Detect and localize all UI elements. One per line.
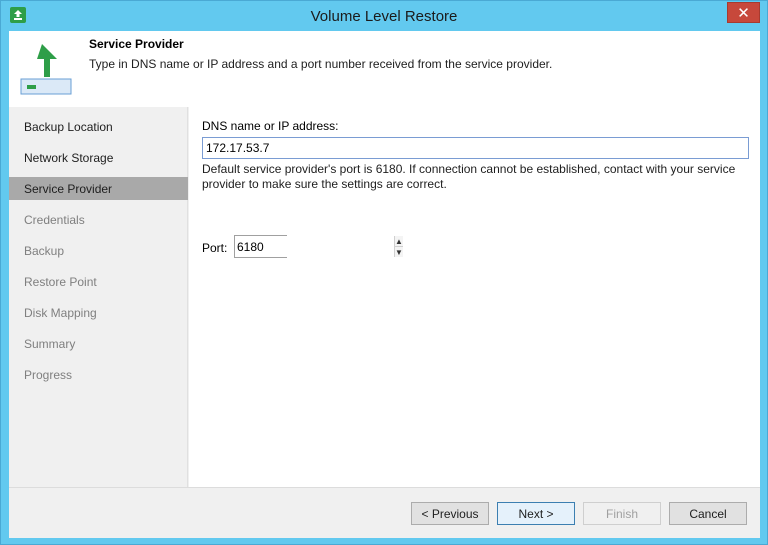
window-title: Volume Level Restore bbox=[310, 7, 458, 25]
step-summary: Summary bbox=[24, 336, 76, 351]
chevron-down-icon[interactable]: ▼ bbox=[395, 247, 403, 257]
step-progress: Progress bbox=[24, 367, 73, 382]
chevron-up-icon[interactable]: ▲ bbox=[395, 236, 403, 247]
dns-input[interactable] bbox=[202, 137, 749, 159]
step-form: DNS name or IP address: Default service … bbox=[189, 107, 760, 487]
port-stepper[interactable]: ▲ ▼ bbox=[234, 235, 403, 258]
port-label: Port: bbox=[202, 241, 228, 255]
step-disk-mapping: Disk Mapping bbox=[24, 305, 97, 320]
wizard-window: Volume Level Restore ✕ Service Provider … bbox=[0, 0, 768, 545]
app-icon bbox=[10, 7, 26, 23]
close-button[interactable]: ✕ bbox=[727, 2, 760, 23]
step-description: Type in DNS name or IP address and a por… bbox=[89, 57, 553, 71]
previous-button[interactable]: < Previous bbox=[411, 502, 489, 525]
wizard-footer: < Previous Next > Finish Cancel bbox=[9, 487, 760, 538]
step-title: Service Provider bbox=[89, 37, 184, 51]
next-button[interactable]: Next > bbox=[497, 502, 575, 525]
step-backup-location[interactable]: Backup Location bbox=[9, 115, 188, 138]
step-credentials: Credentials bbox=[24, 212, 85, 227]
step-network-storage[interactable]: Network Storage bbox=[9, 146, 188, 169]
cancel-button[interactable]: Cancel bbox=[669, 502, 747, 525]
port-input[interactable] bbox=[235, 236, 394, 257]
dns-label: DNS name or IP address: bbox=[202, 119, 339, 133]
close-icon: ✕ bbox=[737, 4, 750, 22]
wizard-content: Service Provider Type in DNS name or IP … bbox=[9, 31, 760, 538]
port-note: Default service provider's port is 6180.… bbox=[202, 162, 736, 191]
finish-button: Finish bbox=[583, 502, 661, 525]
port-spinner[interactable]: ▲ ▼ bbox=[394, 236, 403, 257]
title-bar: Volume Level Restore ✕ bbox=[1, 1, 767, 31]
step-header: Service Provider Type in DNS name or IP … bbox=[9, 31, 760, 107]
upload-arrow-icon bbox=[20, 44, 72, 95]
step-backup: Backup bbox=[24, 243, 65, 258]
step-service-provider[interactable]: Service Provider bbox=[9, 177, 188, 200]
step-restore-point: Restore Point bbox=[24, 274, 97, 289]
wizard-steps: Backup Location Network Storage Service … bbox=[9, 107, 188, 487]
